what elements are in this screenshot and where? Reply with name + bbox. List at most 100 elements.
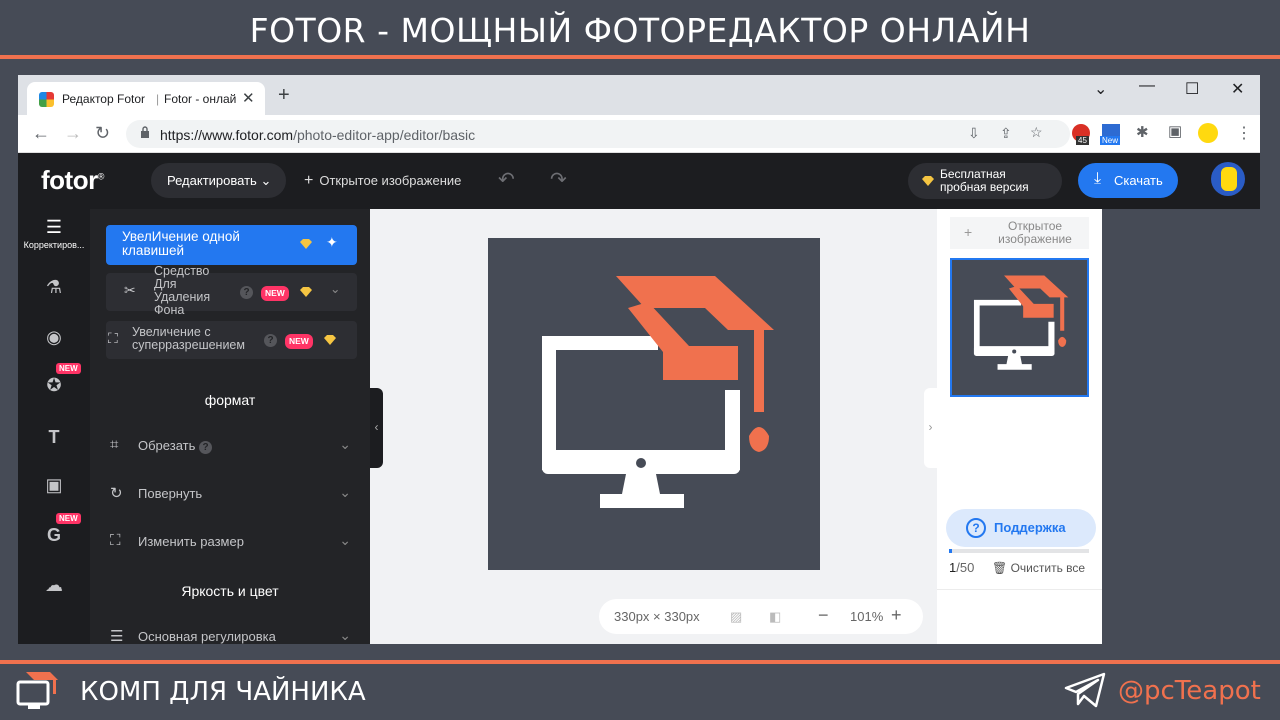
image-fit-icon[interactable]: ▨ [730, 609, 742, 625]
basic-adjust-tool[interactable]: ☰ Основная регулировка ⌄ [106, 627, 357, 644]
bg-remover-button[interactable]: ✂ Средство Для Удаления Фона ? NEW ⌄ [106, 265, 357, 317]
fotor-header: fotor® Редактировать ⌄ + Открытое изображ… [18, 153, 1260, 209]
rotate-tool[interactable]: ↻ Повернуть ⌄ [106, 484, 357, 504]
install-app-icon[interactable]: ⇩ [968, 125, 980, 142]
reload-icon[interactable]: ↻ [95, 123, 110, 144]
new-tab-icon[interactable]: + [278, 84, 290, 107]
rail-upload[interactable]: ☁ [18, 575, 90, 596]
clear-all-button[interactable]: 🗑 Очистить все [992, 561, 1085, 575]
forward-icon[interactable]: → [64, 123, 82, 144]
zoom-level: 101% [850, 609, 884, 624]
adjust-panel: УвелИчение одной клавишей ✦ ✂ Средство Д… [90, 209, 370, 644]
one-click-enhance-button[interactable]: УвелИчение одной клавишей ✦ [106, 225, 357, 265]
profile-avatar-icon[interactable] [1198, 123, 1218, 143]
crop-tool[interactable]: ⌗ Обрезать ? ⌄ [106, 436, 357, 456]
bookmark-star-icon[interactable]: ☆ [1030, 124, 1043, 141]
rail-ai-tools[interactable]: G [18, 525, 90, 546]
share-icon[interactable]: ⇪ [1000, 125, 1012, 142]
logo-trademark: ® [97, 171, 105, 182]
edit-menu-button[interactable]: Редактировать ⌄ [151, 163, 286, 198]
back-icon[interactable]: ← [32, 123, 50, 144]
help-icon[interactable]: ? [199, 441, 212, 454]
avatar-face [1221, 167, 1237, 191]
text-t-icon: T [48, 427, 60, 447]
maximize-icon[interactable]: ☐ [1185, 79, 1199, 99]
minimize-icon[interactable]: — [1139, 77, 1155, 95]
section-format-title: формат [204, 392, 256, 408]
rail-beauty[interactable]: ◉ [18, 327, 90, 348]
download-button[interactable]: ⤓ Скачать [1078, 163, 1178, 198]
expand-right-panel-icon[interactable]: › [924, 388, 937, 468]
rail-effects[interactable]: ⚗ [18, 277, 90, 298]
zoom-out-icon[interactable]: − [818, 605, 829, 626]
cloud-upload-icon: ☁ [45, 575, 63, 595]
redo-icon[interactable]: ↷ [550, 167, 567, 192]
frame-icon: ▣ [45, 475, 63, 495]
tab-separator: | [156, 92, 160, 106]
new-badge: NEW [261, 286, 289, 301]
footer-right-handle: @pcTeapot [1118, 676, 1261, 706]
fotor-logo[interactable]: fotor® [41, 165, 104, 196]
user-avatar[interactable] [1211, 162, 1245, 196]
sliders-icon: ☰ [110, 628, 124, 644]
star-badge-icon: ✪ [46, 375, 62, 395]
rail-new-badge-1: NEW [56, 363, 81, 374]
compare-icon[interactable]: ◧ [769, 609, 781, 625]
diamond-icon [324, 335, 336, 345]
rail-text[interactable]: T [18, 427, 90, 448]
open-image-secondary-label: Открытое изображение [998, 219, 1072, 246]
banner-accent-line [0, 55, 1280, 59]
diamond-icon [922, 176, 934, 186]
image-thumbnail[interactable] [950, 258, 1089, 397]
extension-new-badge: New [1100, 136, 1121, 145]
banner-title: FOTOR - МОЩНЫЙ ФОТОРЕДАКТОР ОНЛАЙН [249, 11, 1031, 50]
help-icon[interactable]: ? [264, 334, 277, 347]
tab-search-chevron-icon[interactable]: ⌄ [1094, 79, 1107, 99]
window-close-icon[interactable]: ✕ [1231, 79, 1244, 99]
open-image-secondary-button[interactable]: + Открытое изображение [950, 217, 1089, 249]
download-label: Скачать [1114, 173, 1163, 188]
chevron-down-icon: ⌄ [330, 282, 341, 296]
trial-line-2: пробная версия [940, 180, 1029, 194]
url-input[interactable]: https://www.fotor.com/photo-editor-app/e… [126, 120, 1070, 148]
bottom-banner: КОМП ДЛЯ ЧАЙНИКА @pcTeapot [0, 660, 1280, 720]
rail-new-badge-2: NEW [56, 513, 81, 524]
tab-subtitle: Fotor - онлай [164, 92, 237, 106]
browser-menu-icon[interactable]: ⋮ [1236, 123, 1252, 143]
rail-frames[interactable]: ▣ [18, 475, 90, 496]
crop-label: Обрезать [138, 438, 196, 453]
diamond-icon [300, 239, 312, 249]
extensions-puzzle-icon[interactable]: ✱ [1136, 123, 1149, 141]
tab-close-icon[interactable]: ✕ [242, 89, 255, 107]
undo-icon[interactable]: ↶ [498, 167, 515, 192]
url-path: /photo-editor-app/editor/basic [293, 127, 476, 143]
collapse-left-panel-icon[interactable]: ‹ [370, 388, 383, 468]
chevron-down-icon: ⌄ [339, 532, 351, 548]
upload-progress-bar [949, 549, 1089, 553]
open-image-button[interactable]: + Открытое изображение [304, 172, 461, 190]
chevron-down-icon: ⌄ [339, 436, 351, 452]
zoom-in-icon[interactable]: + [891, 605, 902, 626]
resize-tool[interactable]: ⛶ Изменить размер ⌄ [106, 532, 357, 552]
rail-stickers[interactable]: ✪ [18, 375, 90, 396]
free-trial-button[interactable]: Бесплатная пробная версия [908, 163, 1062, 199]
basic-adjust-label: Основная регулировка [138, 629, 276, 644]
tab-bar: Редактор Fotor | Fotor - онлай ✕ + ⌄ — ☐… [18, 75, 1260, 115]
banner-bottom-accent-line [0, 660, 1280, 664]
canvas-area[interactable]: 330px × 330px ▨ ◧ − 101% + [370, 209, 937, 644]
teapot-monitor-logo-icon [16, 672, 58, 709]
side-panel-icon[interactable]: ▣ [1168, 122, 1182, 140]
rail-adjust[interactable]: ☰ Корректиров... [18, 217, 90, 250]
ai-g-icon: G [46, 525, 61, 545]
edited-image[interactable] [488, 238, 820, 570]
adblock-badge: 45 [1076, 136, 1089, 145]
browser-tab[interactable]: Редактор Fotor | Fotor - онлай ✕ [27, 82, 265, 115]
diamond-icon [300, 287, 312, 297]
help-icon[interactable]: ? [240, 286, 253, 299]
support-button[interactable]: ? Поддержка [946, 509, 1096, 547]
image-library-panel: + Открытое изображение ? Поддержка 1/50 … [937, 209, 1102, 644]
open-image-label: Открытое изображение [319, 173, 462, 188]
image-count: 1/50 [949, 560, 974, 575]
super-resolution-button[interactable]: ⛶ Увеличение с суперразрешением ? NEW [106, 321, 357, 359]
url-host: https://www.fotor.com [160, 127, 294, 143]
